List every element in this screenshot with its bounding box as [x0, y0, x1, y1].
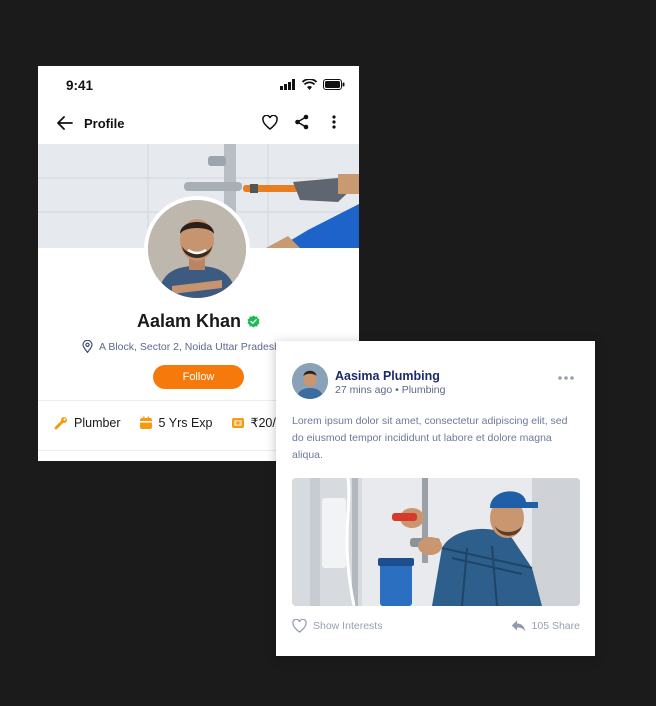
share-label: 105 Share	[531, 620, 580, 632]
post-actions: Show Interests 105 Share	[292, 619, 580, 633]
nav-bar: Profile	[38, 106, 359, 144]
nav-actions	[261, 113, 343, 131]
reply-arrow-icon	[511, 620, 525, 632]
stat-experience: 5 Yrs Exp	[139, 416, 213, 430]
more-horizontal-icon[interactable]	[557, 375, 575, 381]
wifi-icon	[302, 79, 317, 90]
profile-name: Aalam Khan	[136, 311, 242, 331]
location-text: A Block, Sector 2, Noida Uttar Pradesh	[99, 340, 280, 353]
profile-stats: Plumber 5 Yrs Exp ₹20/	[54, 415, 276, 430]
stat-label: ₹20/	[250, 416, 276, 430]
wrench-icon	[54, 416, 67, 429]
signal-icon	[280, 79, 295, 90]
stat-label: 5 Yrs Exp	[158, 415, 213, 430]
post-author-name[interactable]: Aasima Plumbing	[335, 369, 440, 383]
stat-rate: ₹20/	[231, 415, 276, 430]
heart-icon[interactable]	[261, 113, 279, 131]
location-pin-icon	[82, 340, 93, 353]
avatar[interactable]	[148, 200, 246, 298]
show-interest-button[interactable]: Show Interests	[292, 619, 382, 633]
calendar-icon	[139, 416, 152, 429]
location-row: A Block, Sector 2, Noida Uttar Pradesh	[82, 340, 280, 353]
avatar-frame	[144, 196, 250, 302]
profile-name-row: Aalam Khan	[38, 311, 359, 332]
follow-button[interactable]: Follow	[153, 365, 244, 389]
battery-icon	[323, 79, 345, 90]
post-image[interactable]	[292, 478, 580, 606]
post-card: Aasima Plumbing 27 mins ago • Plumbing L…	[276, 341, 595, 656]
share-icon[interactable]	[293, 113, 311, 131]
post-author-avatar[interactable]	[292, 363, 328, 399]
stat-profession: Plumber	[54, 416, 121, 430]
post-meta: 27 mins ago • Plumbing	[335, 384, 446, 396]
back-arrow-icon[interactable]	[56, 114, 74, 132]
heart-outline-icon	[292, 619, 307, 633]
more-vertical-icon[interactable]	[325, 113, 343, 131]
page-title: Profile	[84, 116, 125, 131]
stat-label: Plumber	[74, 415, 121, 430]
share-button[interactable]: 105 Share	[511, 620, 580, 632]
verified-badge-icon	[247, 315, 260, 328]
status-time: 9:41	[66, 78, 94, 93]
status-icons	[280, 79, 345, 90]
post-body: Lorem ipsum dolor sit amet, consectetur …	[292, 415, 568, 461]
wallet-icon	[231, 417, 244, 428]
status-bar: 9:41	[38, 66, 359, 106]
show-interest-label: Show Interests	[313, 620, 383, 632]
